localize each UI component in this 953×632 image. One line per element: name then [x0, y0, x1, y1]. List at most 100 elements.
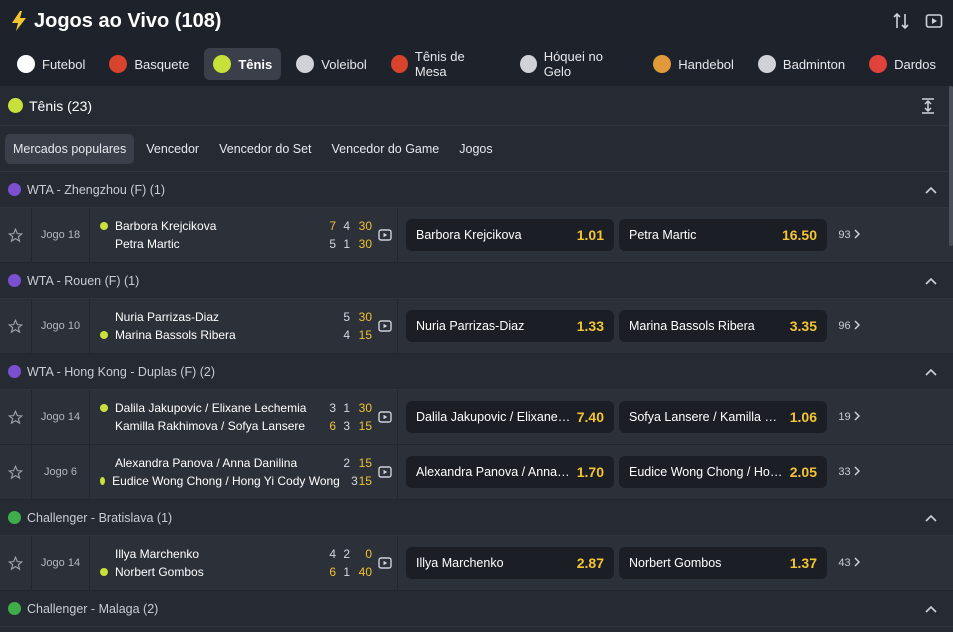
tab-2[interactable]: Vencedor do Set: [211, 134, 319, 164]
tab-3[interactable]: Vencedor do Game: [324, 134, 448, 164]
match-row: Jogo 14 Illya Marchenko 4 2 0 Norbert Gombos 6…: [0, 536, 953, 591]
set-score: 3: [329, 401, 336, 415]
more-markets-button[interactable]: 96: [827, 319, 871, 333]
league-header[interactable]: Challenger - Malaga (2): [0, 591, 953, 627]
sport-tab-volleyball[interactable]: Voleibol: [287, 48, 376, 80]
player-name: Petra Martic: [115, 237, 180, 251]
sport-tab-tennis-ball[interactable]: Tênis: [204, 48, 282, 80]
league-header[interactable]: WTA - Hong Kong - Duplas (F) (2): [0, 354, 953, 390]
tennis-ball-icon: [8, 98, 23, 113]
odds-button[interactable]: Sofya Lansere / Kamilla Ra... 1.06: [619, 401, 827, 433]
league-header[interactable]: Challenger - Bratislava (1): [0, 500, 953, 536]
lightning-icon: [12, 11, 26, 31]
tab-0[interactable]: Mercados populares: [5, 133, 135, 164]
league-badge-icon: [8, 602, 21, 615]
chevron-up-icon[interactable]: [925, 274, 937, 288]
serve-indicator: [100, 222, 108, 230]
more-markets-button[interactable]: 19: [827, 410, 871, 424]
chevron-up-icon[interactable]: [925, 183, 937, 197]
game-number: Jogo 10: [32, 299, 90, 353]
league-badge-icon: [8, 365, 21, 378]
favorite-star-icon[interactable]: [0, 390, 32, 444]
player-row: Kamilla Rakhimova / Sofya Lansere 6 3 15: [100, 418, 372, 434]
sport-tab-basketball[interactable]: Basquete: [100, 48, 198, 80]
odds-selection: Sofya Lansere / Kamilla Ra...: [629, 410, 784, 424]
odds-value: 1.33: [576, 318, 604, 334]
odds-button[interactable]: Dalila Jakupovic / Elixane L... 7.40: [406, 401, 614, 433]
sport-tab-shuttlecock[interactable]: Badminton: [749, 48, 854, 80]
league-badge-icon: [8, 183, 21, 196]
odds-value: 1.37: [789, 555, 817, 571]
sport-tab-label: Tênis de Mesa: [414, 49, 465, 79]
live-stream-icon[interactable]: [372, 536, 398, 590]
odds-value: 1.70: [576, 464, 604, 480]
odds-button[interactable]: Barbora Krejcikova 1.01: [406, 219, 614, 251]
chevron-right-icon: [854, 319, 860, 333]
set-score: 2: [343, 456, 350, 470]
favorite-star-icon[interactable]: [0, 208, 32, 262]
odds-button[interactable]: Nuria Parrizas-Diaz 1.33: [406, 310, 614, 342]
sort-icon[interactable]: [893, 12, 909, 30]
sport-tab-label: Basquete: [134, 56, 190, 72]
collapse-all-icon[interactable]: [921, 97, 935, 114]
live-stream-icon[interactable]: [372, 445, 398, 499]
set-score: 3: [351, 474, 358, 488]
serve-indicator: [100, 240, 108, 248]
odds-button[interactable]: Norbert Gombos 1.37: [619, 547, 827, 579]
hockey-stick-icon: [519, 55, 537, 73]
odds-button[interactable]: Illya Marchenko 2.87: [406, 547, 614, 579]
favorite-star-icon[interactable]: [0, 536, 32, 590]
match-row: Jogo 6 Alexandra Panova / Anna Danilina 2 1…: [0, 445, 953, 500]
game-points: 15: [358, 328, 372, 342]
sport-tab-soccer-ball[interactable]: Futebol: [8, 48, 94, 80]
set-score: 5: [329, 237, 336, 251]
odds-group: Nuria Parrizas-Diaz 1.33 Marina Bassols Ri…: [406, 310, 827, 342]
more-markets-button[interactable]: 43: [827, 556, 871, 570]
league-header[interactable]: WTA - Zhengzhou (F) (1): [0, 172, 953, 208]
shuttlecock-icon: [757, 55, 776, 73]
tennis-ball-icon: [213, 55, 232, 73]
tab-4[interactable]: Jogos: [451, 134, 500, 164]
sport-tab-table-tennis[interactable]: Tênis de Mesa: [382, 48, 505, 80]
odds-button[interactable]: Petra Martic 16.50: [619, 219, 827, 251]
tab-1[interactable]: Vencedor: [138, 134, 207, 164]
chevron-up-icon[interactable]: [925, 511, 937, 525]
player-row: Barbora Krejcikova 7 4 30: [100, 218, 372, 234]
chevron-up-icon[interactable]: [925, 602, 937, 616]
live-stream-icon[interactable]: [372, 208, 398, 262]
sport-tab-label: Voleibol: [321, 56, 367, 72]
game-points: 30: [358, 310, 372, 324]
sport-tab-handball[interactable]: Handebol: [644, 48, 743, 80]
odds-group: Illya Marchenko 2.87 Norbert Gombos 1.37: [406, 547, 827, 579]
more-markets-button[interactable]: 33: [827, 465, 871, 479]
favorite-star-icon[interactable]: [0, 445, 32, 499]
live-stream-icon[interactable]: [925, 13, 943, 29]
favorite-star-icon[interactable]: [0, 299, 32, 353]
league-name: WTA - Rouen (F) (1): [27, 273, 140, 288]
more-markets-button[interactable]: 93: [827, 228, 871, 242]
players: Nuria Parrizas-Diaz 5 30 Marina Bassols Rib…: [90, 309, 372, 343]
game-points: 40: [358, 565, 372, 579]
chevron-right-icon: [854, 465, 860, 479]
sport-tab-dart[interactable]: Dardos: [860, 48, 945, 80]
serve-indicator: [100, 568, 108, 576]
league-badge-icon: [8, 511, 21, 524]
set-score: 4: [343, 219, 350, 233]
scrollbar[interactable]: [949, 86, 953, 246]
odds-selection: Petra Martic: [629, 228, 697, 242]
odds-button[interactable]: Alexandra Panova / Anna D... 1.70: [406, 456, 614, 488]
chevron-up-icon[interactable]: [925, 365, 937, 379]
live-stream-icon[interactable]: [372, 390, 398, 444]
serve-indicator: [100, 331, 108, 339]
sport-tab-label: Futebol: [42, 56, 86, 72]
player-row: Marina Bassols Ribera 4 15: [100, 327, 372, 343]
odds-button[interactable]: Marina Bassols Ribera 3.35: [619, 310, 827, 342]
market-tabs: Mercados populares Vencedor Vencedor do Se…: [0, 126, 953, 172]
odds-button[interactable]: Eudice Wong Chong / Hong... 2.05: [619, 456, 827, 488]
sport-tab-hockey-stick[interactable]: Hóquei no Gelo: [511, 48, 639, 80]
serve-indicator: [100, 550, 108, 558]
league-header[interactable]: WTA - Rouen (F) (1): [0, 263, 953, 299]
more-markets-count: 43: [838, 557, 851, 569]
sport-tab-label: Tênis: [238, 56, 273, 72]
live-stream-icon[interactable]: [372, 299, 398, 353]
